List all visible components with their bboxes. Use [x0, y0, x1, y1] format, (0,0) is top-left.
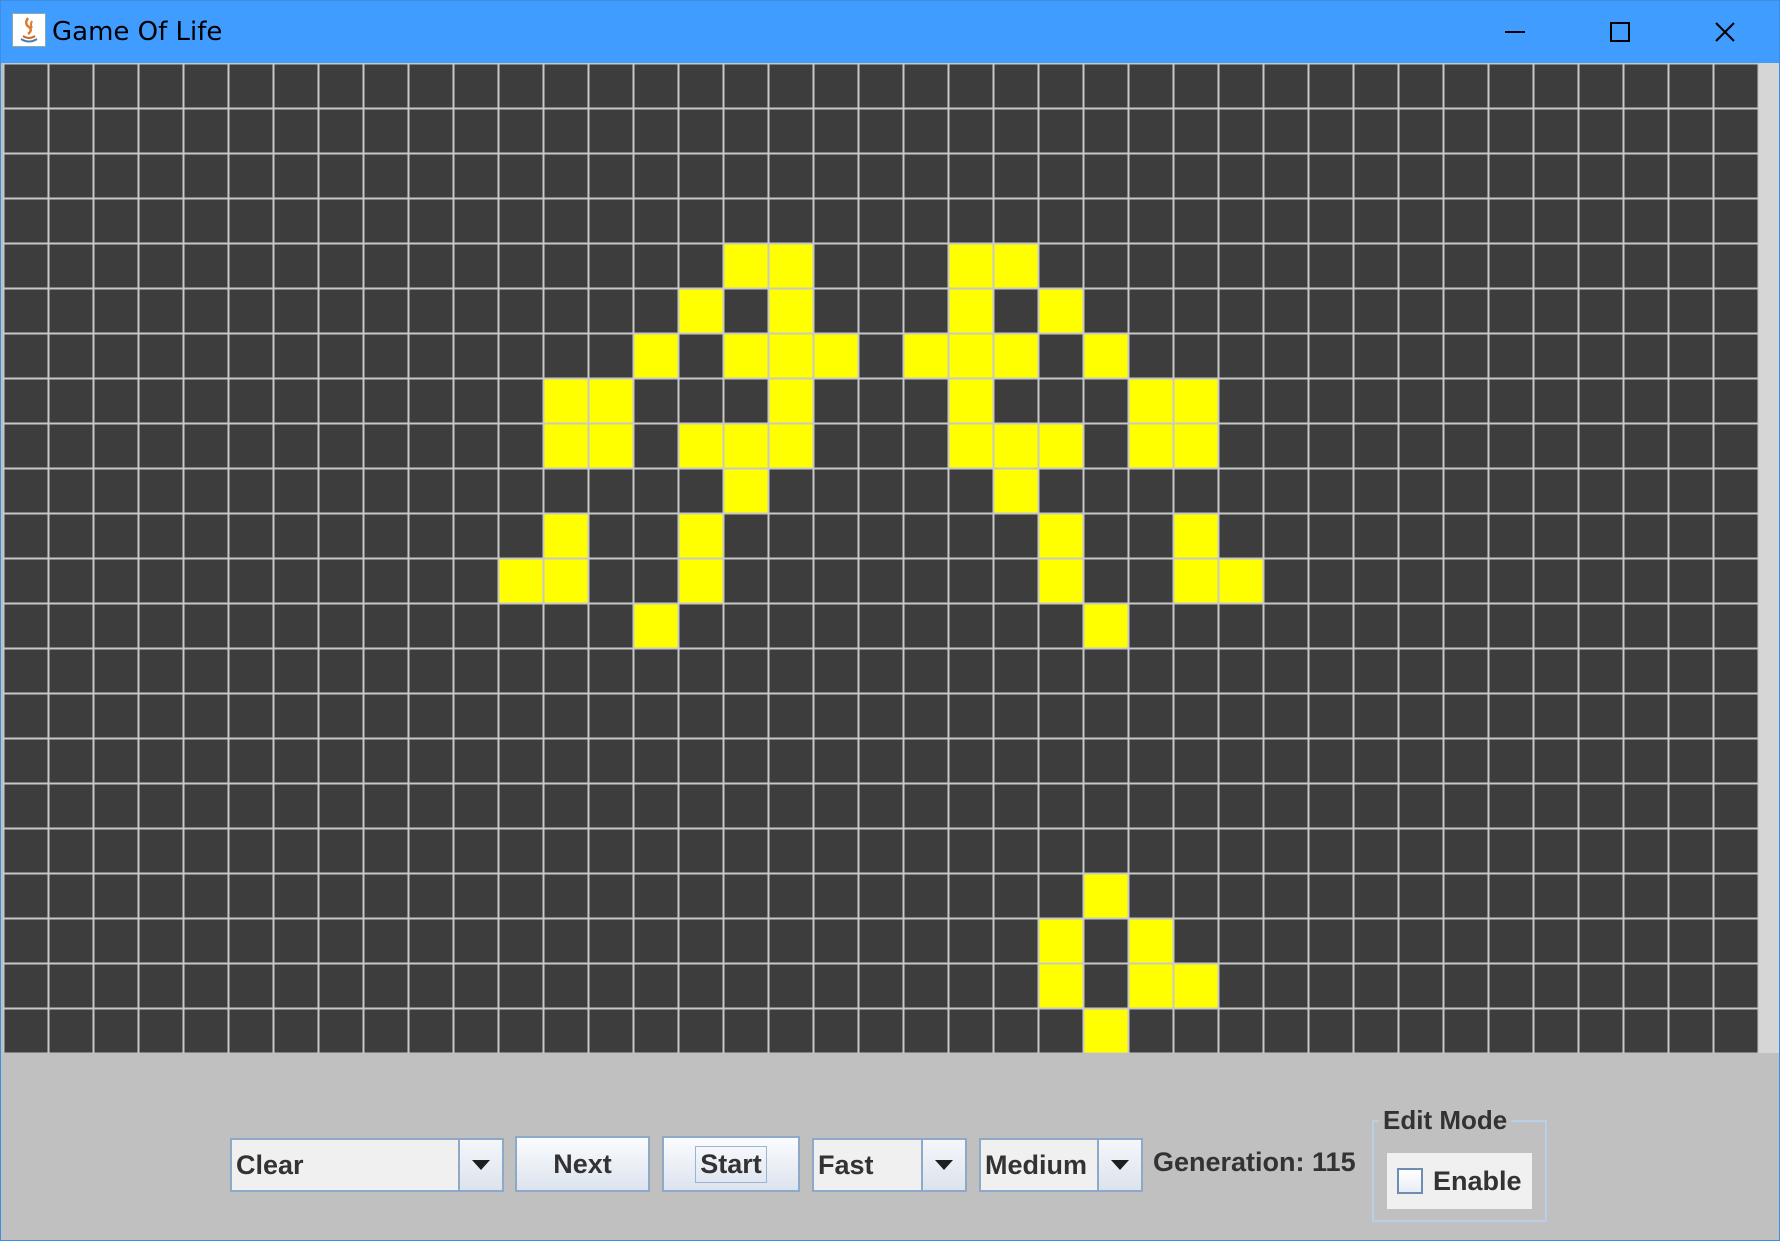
window-title: Game Of Life: [52, 17, 223, 47]
next-button[interactable]: Next: [515, 1136, 650, 1192]
live-cell[interactable]: [588, 423, 633, 468]
live-cell[interactable]: [1218, 558, 1263, 603]
start-button-label: Start: [695, 1145, 767, 1183]
start-button[interactable]: Start: [662, 1136, 800, 1192]
enable-checkbox-row[interactable]: Enable: [1387, 1153, 1532, 1209]
live-cell[interactable]: [948, 378, 993, 423]
live-cell[interactable]: [678, 423, 723, 468]
next-button-label: Next: [553, 1148, 612, 1179]
close-button[interactable]: [1673, 1, 1777, 63]
live-cell[interactable]: [768, 378, 813, 423]
generation-label: Generation: 115: [1153, 1147, 1356, 1177]
live-cell[interactable]: [678, 513, 723, 558]
live-cell[interactable]: [1083, 603, 1128, 648]
live-cell[interactable]: [993, 468, 1038, 513]
minimize-icon: [1505, 31, 1525, 33]
live-cell[interactable]: [993, 333, 1038, 378]
live-cell[interactable]: [1173, 423, 1218, 468]
grid-edge: [1759, 63, 1779, 1053]
size-select-value: Medium: [981, 1140, 1097, 1190]
java-icon: [12, 13, 46, 47]
live-cell[interactable]: [1128, 918, 1173, 963]
live-cell[interactable]: [1173, 963, 1218, 1008]
live-cell[interactable]: [1128, 963, 1173, 1008]
live-cell[interactable]: [723, 333, 768, 378]
size-select[interactable]: Medium: [979, 1138, 1143, 1192]
live-cell[interactable]: [948, 288, 993, 333]
live-cell[interactable]: [993, 243, 1038, 288]
live-cell[interactable]: [993, 423, 1038, 468]
live-cell[interactable]: [543, 558, 588, 603]
live-cell[interactable]: [543, 513, 588, 558]
pattern-select-value: Clear: [232, 1140, 458, 1190]
live-cell[interactable]: [768, 243, 813, 288]
app-window: Game Of Life Clear Next Start Fast Mediu…: [0, 0, 1780, 1241]
live-cell[interactable]: [723, 243, 768, 288]
live-cell[interactable]: [633, 333, 678, 378]
live-cell[interactable]: [678, 288, 723, 333]
live-cell[interactable]: [633, 603, 678, 648]
chevron-down-icon[interactable]: [1097, 1140, 1141, 1190]
live-cell[interactable]: [813, 333, 858, 378]
cell-grid[interactable]: [3, 63, 1761, 1053]
live-cell[interactable]: [1038, 288, 1083, 333]
maximize-icon: [1610, 22, 1630, 42]
live-cell[interactable]: [903, 333, 948, 378]
live-cell[interactable]: [678, 558, 723, 603]
live-cell[interactable]: [1038, 423, 1083, 468]
live-cell[interactable]: [543, 378, 588, 423]
title-bar[interactable]: Game Of Life: [1, 1, 1779, 63]
live-cell[interactable]: [588, 378, 633, 423]
live-cell[interactable]: [1038, 513, 1083, 558]
speed-select[interactable]: Fast: [812, 1138, 967, 1192]
live-cell[interactable]: [1083, 873, 1128, 918]
live-cell[interactable]: [768, 423, 813, 468]
live-cell[interactable]: [1173, 558, 1218, 603]
live-cell[interactable]: [1083, 1008, 1128, 1053]
chevron-down-icon[interactable]: [458, 1140, 502, 1190]
live-cell[interactable]: [768, 333, 813, 378]
life-grid[interactable]: [3, 63, 1761, 1053]
live-cell[interactable]: [1038, 918, 1083, 963]
live-cell[interactable]: [543, 423, 588, 468]
edit-mode-legend: Edit Mode: [1379, 1105, 1512, 1136]
live-cell[interactable]: [1083, 333, 1128, 378]
maximize-button[interactable]: [1568, 1, 1672, 63]
live-cell[interactable]: [948, 333, 993, 378]
close-icon: [1715, 22, 1735, 42]
enable-checkbox-label: Enable: [1433, 1165, 1522, 1196]
live-cell[interactable]: [1173, 513, 1218, 558]
live-cell[interactable]: [948, 243, 993, 288]
enable-checkbox[interactable]: [1397, 1168, 1423, 1194]
live-cell[interactable]: [1128, 423, 1173, 468]
speed-select-value: Fast: [814, 1140, 921, 1190]
live-cell[interactable]: [723, 423, 768, 468]
chevron-down-icon[interactable]: [921, 1140, 965, 1190]
live-cell[interactable]: [768, 288, 813, 333]
live-cell[interactable]: [948, 423, 993, 468]
live-cell[interactable]: [1038, 963, 1083, 1008]
live-cell[interactable]: [1173, 378, 1218, 423]
live-cell[interactable]: [1128, 378, 1173, 423]
pattern-select[interactable]: Clear: [230, 1138, 504, 1192]
live-cell[interactable]: [498, 558, 543, 603]
live-cell[interactable]: [1038, 558, 1083, 603]
minimize-button[interactable]: [1463, 1, 1567, 63]
live-cell[interactable]: [723, 468, 768, 513]
